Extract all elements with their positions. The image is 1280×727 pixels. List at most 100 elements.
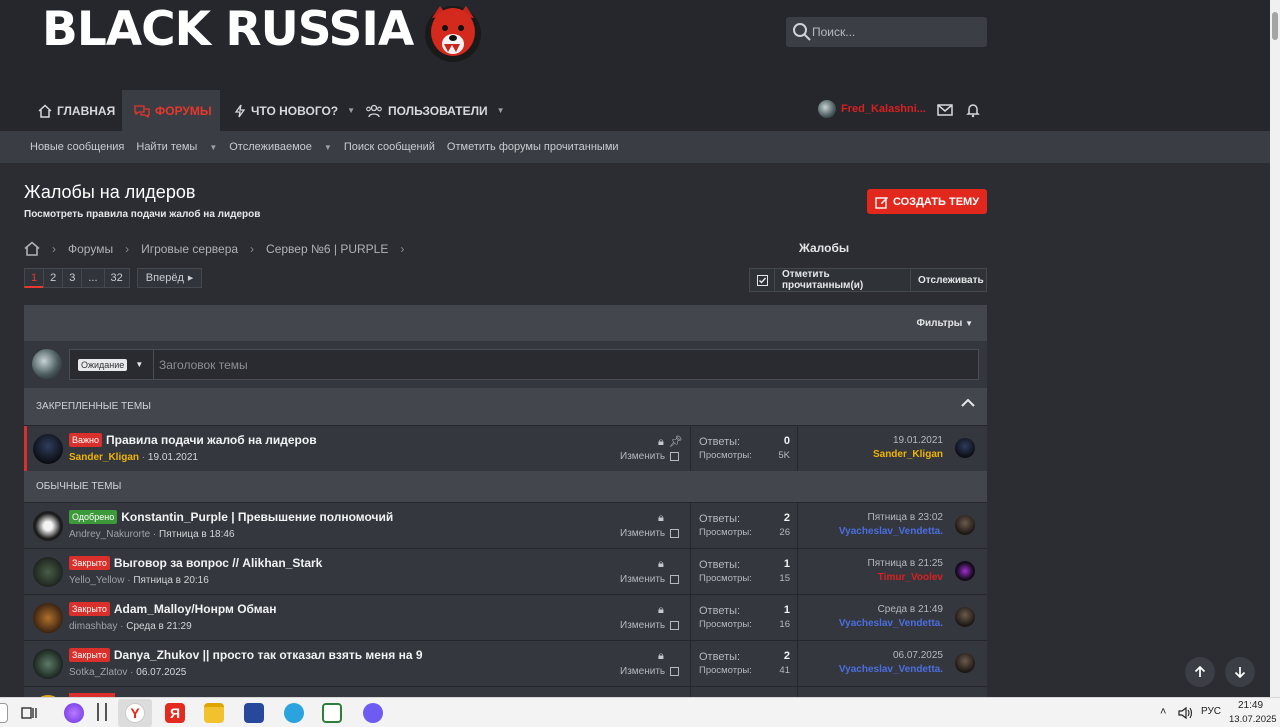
nav-tab-forums[interactable]: ФОРУМЫ xyxy=(122,90,220,131)
breadcrumb-game-servers[interactable]: Игровые сервера xyxy=(141,242,238,256)
breadcrumb-server[interactable]: Сервер №6 | PURPLE xyxy=(266,242,388,256)
nav-tab-home[interactable]: ГЛАВНАЯ xyxy=(30,90,118,131)
thread-row[interactable]: Одобрено Konstantin_Purple | Превышение п… xyxy=(24,502,987,549)
thread-row[interactable] xyxy=(24,686,987,697)
alice-assistant-icon[interactable] xyxy=(64,703,84,723)
prefix-select[interactable]: Ожидание ▼ xyxy=(69,349,154,380)
sticky-section-header[interactable]: Закрепленные темы xyxy=(24,388,987,425)
avatar[interactable] xyxy=(955,607,975,627)
thread-title[interactable]: Danya_Zhukov || просто так отказал взять… xyxy=(114,648,423,662)
thread-row[interactable]: Закрыто Выговор за вопрос // Alikhan_Star… xyxy=(24,548,987,595)
scroll-to-bottom-button[interactable] xyxy=(1225,657,1255,687)
thread-row[interactable]: Закрыто Danya_Zhukov || просто так отказа… xyxy=(24,640,987,687)
volume-icon[interactable] xyxy=(1178,706,1194,720)
site-logo[interactable]: BLACK RUSSIA xyxy=(42,2,414,57)
chevron-down-icon[interactable]: ▼ xyxy=(347,106,355,115)
avatar[interactable] xyxy=(955,515,975,535)
thread-row[interactable]: Закрыто Adam_Malloy/Нонрм Обман dimashbay… xyxy=(24,594,987,641)
prefix-badge[interactable]: Закрыто xyxy=(69,602,110,616)
thread-title[interactable]: Konstantin_Purple | Превышение полномочи… xyxy=(121,510,393,524)
checkbox-icon[interactable] xyxy=(670,529,680,538)
file-explorer-icon[interactable] xyxy=(204,703,224,723)
thread-author[interactable]: Andrey_Nakurorte xyxy=(69,529,150,540)
avatar[interactable] xyxy=(955,438,975,458)
page-link-1[interactable]: 1 xyxy=(24,268,45,288)
pinned-app-icon[interactable] xyxy=(97,703,107,721)
home-icon[interactable] xyxy=(24,241,40,256)
checkbox-icon[interactable] xyxy=(670,575,680,584)
clock-date[interactable]: 13.07.2025 xyxy=(1229,714,1277,725)
yandex-icon[interactable]: Я xyxy=(165,703,185,723)
mark-read-button[interactable]: Отметить прочитанным(и) xyxy=(774,268,911,292)
thread-date[interactable]: Пятница в 18:46 xyxy=(159,529,234,540)
nav-tab-users[interactable]: ПОЛЬЗОВАТЕЛИ ▼ xyxy=(365,90,505,131)
last-post-date[interactable]: Среда в 21:49 xyxy=(878,604,943,615)
page-jump[interactable]: ... xyxy=(81,268,105,288)
avatar[interactable] xyxy=(33,434,63,464)
page-scrollbar[interactable] xyxy=(1270,0,1280,697)
subnav-find-threads[interactable]: Найти темы ▼ xyxy=(136,141,217,153)
prefix-badge[interactable]: Закрыто xyxy=(69,556,110,570)
thread-author[interactable]: dimashbay xyxy=(69,621,117,632)
edit-toggle[interactable]: Изменить xyxy=(620,528,680,539)
thread-author[interactable]: Yello_Yellow xyxy=(69,575,124,586)
task-view-icon[interactable] xyxy=(21,705,37,721)
bell-icon[interactable] xyxy=(965,102,981,118)
last-post-date[interactable]: 19.01.2021 xyxy=(893,435,943,446)
start-icon[interactable] xyxy=(0,703,8,723)
thread-title[interactable]: Выговор за вопрос // Alikhan_Stark xyxy=(114,556,322,570)
create-thread-button[interactable]: СОЗДАТЬ ТЕМУ xyxy=(867,189,987,214)
watch-button[interactable]: Отслеживать xyxy=(910,268,987,292)
thread-author[interactable]: Sander_Kligan xyxy=(69,452,139,463)
nav-tab-whats-new[interactable]: ЧТО НОВОГО? ▼ xyxy=(234,90,355,131)
page-link-3[interactable]: 3 xyxy=(62,268,83,288)
breadcrumb-forums[interactable]: Форумы xyxy=(68,242,113,256)
checkbox-icon[interactable] xyxy=(670,667,680,676)
user-menu[interactable]: Fred_Kalashni... xyxy=(818,100,926,118)
thread-title-input[interactable] xyxy=(153,349,979,380)
chevron-down-icon[interactable]: ▼ xyxy=(497,106,505,115)
scrollbar-thumb[interactable] xyxy=(1272,12,1278,40)
clock-time[interactable]: 21:49 xyxy=(1238,700,1263,711)
select-checkbox-button[interactable] xyxy=(749,268,775,292)
prefix-badge[interactable]: Закрыто xyxy=(69,648,110,662)
avatar[interactable] xyxy=(33,557,63,587)
checkbox-icon[interactable] xyxy=(670,621,680,630)
scroll-to-top-button[interactable] xyxy=(1185,657,1215,687)
envelope-icon[interactable] xyxy=(937,102,953,118)
edit-toggle[interactable]: Изменить xyxy=(620,451,680,462)
checkbox-icon[interactable] xyxy=(670,452,680,461)
edit-toggle[interactable]: Изменить xyxy=(620,620,680,631)
floppy-app-icon[interactable] xyxy=(244,703,264,723)
filters-button[interactable]: Фильтры ▼ xyxy=(916,318,973,329)
subnav-new-posts[interactable]: Новые сообщения xyxy=(30,141,124,153)
last-post-date[interactable]: 06.07.2025 xyxy=(893,650,943,661)
last-post-date[interactable]: Пятница в 21:25 xyxy=(868,558,943,569)
avatar[interactable] xyxy=(955,561,975,581)
subnav-mark-forums-read[interactable]: Отметить форумы прочитанными xyxy=(447,141,619,153)
avatar[interactable] xyxy=(33,603,63,633)
page-link-2[interactable]: 2 xyxy=(43,268,64,288)
avatar[interactable] xyxy=(33,649,63,679)
last-post-user[interactable]: Vyacheslav_Vendetta. xyxy=(839,664,943,675)
prefix-badge[interactable]: Одобрено xyxy=(69,510,118,524)
bear-logo-icon[interactable] xyxy=(420,0,486,64)
last-post-user[interactable]: Vyacheslav_Vendetta. xyxy=(839,618,943,629)
thread-date[interactable]: Среда в 21:29 xyxy=(126,621,191,632)
yandex-browser-active-icon[interactable]: Y xyxy=(118,699,152,727)
edit-toggle[interactable]: Изменить xyxy=(620,666,680,677)
chevron-up-icon[interactable] xyxy=(961,398,975,411)
discord-icon[interactable] xyxy=(363,703,383,723)
thread-title[interactable]: Правила подачи жалоб на лидеров xyxy=(106,433,317,447)
thread-date[interactable]: Пятница в 20:16 xyxy=(133,575,208,586)
thread-date[interactable]: 06.07.2025 xyxy=(136,667,186,678)
subnav-search-posts[interactable]: Поиск сообщений xyxy=(344,141,435,153)
notes-app-icon[interactable] xyxy=(322,703,342,723)
thread-title[interactable]: Adam_Malloy/Нонрм Обман xyxy=(114,602,277,616)
page-link-last[interactable]: 32 xyxy=(103,268,130,288)
tray-chevron-up-icon[interactable]: ˄ xyxy=(1160,706,1166,718)
telegram-icon[interactable] xyxy=(284,703,304,723)
last-post-user[interactable]: Timur_Voolev xyxy=(878,572,943,583)
last-post-date[interactable]: Пятница в 23:02 xyxy=(868,512,943,523)
thread-row-sticky[interactable]: Важно Правила подачи жалоб на лидеров San… xyxy=(24,425,987,472)
